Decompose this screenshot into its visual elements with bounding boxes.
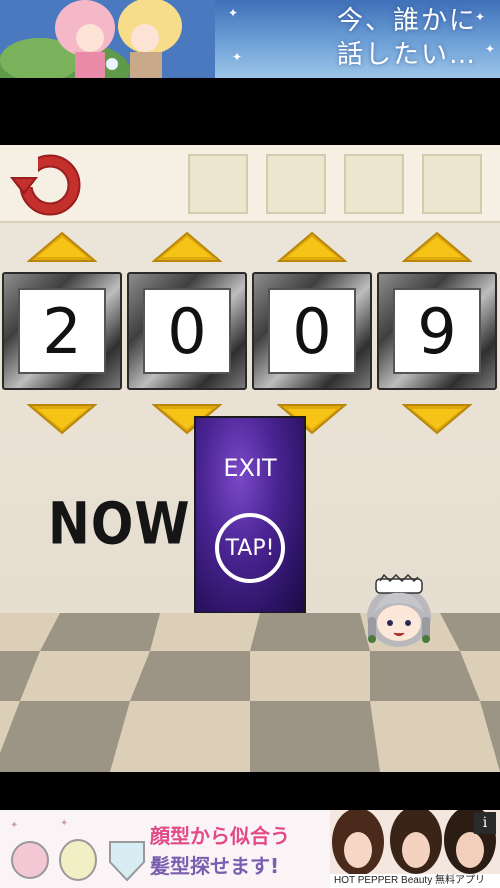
digit-4-up-arrow[interactable]	[402, 231, 472, 263]
tap-button[interactable]: TAP!	[215, 513, 285, 583]
digit-3-value: 0	[268, 288, 356, 374]
ad-illustration	[0, 0, 215, 78]
reset-button[interactable]	[8, 149, 86, 219]
digit-2-up-arrow[interactable]	[152, 231, 222, 263]
digit-4-down-arrow[interactable]	[402, 403, 472, 435]
bottom-banner-ad[interactable]: ✦ ✦ 顔型から似合う 髪型探せます! HOT PEPPER Beauty 無料…	[0, 810, 500, 888]
exit-label: EXIT	[223, 454, 277, 482]
inventory-slot[interactable]	[266, 154, 326, 214]
top-toolbar	[0, 145, 500, 223]
digit-1-down-arrow[interactable]	[27, 403, 97, 435]
ad-line-2: 髪型探せます!	[150, 854, 280, 878]
svg-text:✦: ✦	[60, 818, 68, 829]
inventory-slot[interactable]	[188, 154, 248, 214]
info-icon[interactable]: i	[474, 812, 496, 834]
inventory-slot[interactable]	[344, 154, 404, 214]
maid-character-icon[interactable]	[362, 573, 436, 649]
digit-4-value: 9	[393, 288, 481, 374]
ad-headline: 今、誰かに 話したい…	[336, 6, 477, 70]
digit-1-value: 2	[18, 288, 106, 374]
digit-1[interactable]: 2	[2, 272, 122, 390]
face-shape-icons: ✦ ✦	[0, 810, 150, 888]
digit-2[interactable]: 0	[127, 272, 247, 390]
digit-1-up-arrow[interactable]	[27, 231, 97, 263]
digit-2-value: 0	[143, 288, 231, 374]
game-screen: 2 0 0 9 NOW EXIT TAP!	[0, 145, 500, 772]
inventory-slot[interactable]	[422, 154, 482, 214]
digit-4[interactable]: 9	[377, 272, 497, 390]
digit-3[interactable]: 0	[252, 272, 372, 390]
tap-label: TAP!	[225, 535, 275, 561]
ad-brand: HOT PEPPER Beauty 無料アプリ	[330, 874, 500, 888]
top-banner-ad[interactable]: ✦ ✦ ✦ ✦ 今、誰かに 話したい…	[0, 0, 500, 78]
rotate-left-icon	[10, 154, 81, 216]
star-decoration: ✦	[228, 6, 239, 20]
exit-door[interactable]: EXIT TAP!	[194, 416, 306, 614]
now-label: NOW	[48, 490, 191, 558]
digit-3-up-arrow[interactable]	[277, 231, 347, 263]
svg-text:✦: ✦	[10, 820, 18, 831]
ad-line-1: 顔型から似合う	[150, 824, 290, 848]
